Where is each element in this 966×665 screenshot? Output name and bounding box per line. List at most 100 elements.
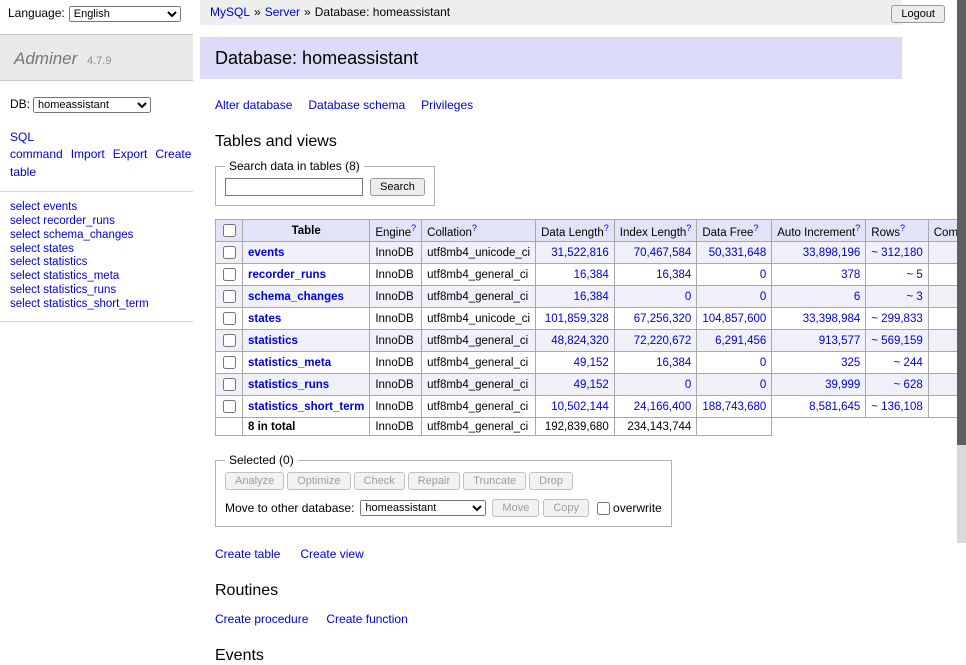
drop-button[interactable]: Drop [529, 472, 573, 490]
index-length-link[interactable]: 24,166,400 [634, 401, 692, 413]
repair-button[interactable]: Repair [408, 472, 460, 490]
column-help-link[interactable]: ? [686, 223, 691, 233]
scrollbar-thumb[interactable] [957, 0, 966, 445]
auto-increment-link[interactable]: 325 [841, 357, 860, 369]
rows-count-link[interactable]: ~ 3 [906, 291, 922, 303]
sidebar-item-statistics-meta[interactable]: select statistics_meta [10, 270, 119, 282]
column-help-link[interactable]: ? [753, 223, 758, 233]
search-button[interactable]: Search [370, 178, 425, 196]
index-length-link[interactable]: 0 [685, 291, 691, 303]
create-procedure-link[interactable]: Create procedure [215, 612, 308, 626]
rows-count-link[interactable]: ~ 136,108 [871, 401, 922, 413]
index-length-link[interactable]: 70,467,584 [634, 247, 692, 259]
data-free-link[interactable]: 188,743,680 [702, 401, 766, 413]
import-link[interactable]: Import [71, 147, 105, 161]
sidebar-item-statistics[interactable]: select statistics [10, 256, 87, 268]
index-length-link[interactable]: 16,384 [656, 357, 691, 369]
sidebar-item-recorder-runs[interactable]: select recorder_runs [10, 215, 115, 227]
row-checkbox[interactable] [223, 356, 236, 369]
database-schema-link[interactable]: Database schema [308, 98, 405, 112]
table-name-link[interactable]: events [248, 247, 284, 259]
language-select[interactable]: English [69, 6, 181, 22]
overwrite-checkbox[interactable] [597, 502, 610, 515]
logout-button[interactable]: Logout [891, 5, 945, 23]
auto-increment-link[interactable]: 33,898,196 [803, 247, 861, 259]
data-free-link[interactable]: 104,857,600 [702, 313, 766, 325]
rows-count-link[interactable]: ~ 5 [906, 269, 922, 281]
table-name-link[interactable]: states [248, 313, 281, 325]
sidebar-item-events[interactable]: select events [10, 201, 77, 213]
column-help-link[interactable]: ? [604, 223, 609, 233]
column-help-link[interactable]: ? [900, 223, 905, 233]
select-all-checkbox[interactable] [223, 224, 236, 237]
privileges-link[interactable]: Privileges [421, 98, 473, 112]
rows-count-link[interactable]: ~ 312,180 [871, 247, 922, 259]
alter-database-link[interactable]: Alter database [215, 98, 292, 112]
table-name-link[interactable]: statistics_runs [248, 379, 329, 391]
data-length-link[interactable]: 31,522,816 [551, 247, 609, 259]
row-checkbox[interactable] [223, 334, 236, 347]
index-length-link[interactable]: 16,384 [656, 269, 691, 281]
sidebar-item-statistics-short-term[interactable]: select statistics_short_term [10, 298, 149, 310]
sidebar-item-states[interactable]: select states [10, 243, 74, 255]
auto-increment-link[interactable]: 913,577 [819, 335, 861, 347]
data-length-link[interactable]: 101,859,328 [545, 313, 609, 325]
db-select[interactable]: homeassistant [33, 97, 151, 113]
auto-increment-link[interactable]: 39,999 [825, 379, 860, 391]
auto-increment-link[interactable]: 33,398,984 [803, 313, 861, 325]
row-checkbox[interactable] [223, 400, 236, 413]
data-length-link[interactable]: 16,384 [574, 291, 609, 303]
data-length-link[interactable]: 49,152 [574, 357, 609, 369]
data-length-link[interactable]: 10,502,144 [551, 401, 609, 413]
overwrite-option[interactable]: overwrite [597, 501, 662, 515]
row-checkbox[interactable] [223, 312, 236, 325]
sidebar-item-statistics-runs[interactable]: select statistics_runs [10, 284, 116, 296]
export-link[interactable]: Export [113, 147, 148, 161]
rows-count-link[interactable]: ~ 244 [894, 357, 923, 369]
table-name-link[interactable]: statistics [248, 335, 298, 347]
breadcrumb-server-link[interactable]: Server [265, 5, 300, 19]
index-length-link[interactable]: 0 [685, 379, 691, 391]
row-checkbox[interactable] [223, 246, 236, 259]
auto-increment-link[interactable]: 6 [854, 291, 860, 303]
data-free-link[interactable]: 0 [760, 357, 766, 369]
column-help-link[interactable]: ? [855, 223, 860, 233]
create-table-link-main[interactable]: Create table [215, 547, 280, 561]
sidebar-item-schema-changes[interactable]: select schema_changes [10, 229, 133, 241]
data-free-link[interactable]: 0 [760, 379, 766, 391]
row-checkbox[interactable] [223, 290, 236, 303]
index-length-link[interactable]: 67,256,320 [634, 313, 692, 325]
table-name-link[interactable]: statistics_meta [248, 357, 331, 369]
page-scrollbar[interactable] [957, 0, 966, 543]
data-free-link[interactable]: 50,331,648 [709, 247, 767, 259]
column-help-link[interactable]: ? [411, 223, 416, 233]
copy-button[interactable]: Copy [543, 499, 589, 517]
data-free-link[interactable]: 0 [760, 269, 766, 281]
sql-command-link[interactable]: SQL command [10, 130, 63, 161]
breadcrumb-mysql-link[interactable]: MySQL [210, 5, 250, 19]
data-length-link[interactable]: 48,824,320 [551, 335, 609, 347]
table-name-link[interactable]: schema_changes [248, 291, 344, 303]
table-name-link[interactable]: statistics_short_term [248, 401, 364, 413]
check-button[interactable]: Check [354, 472, 405, 490]
auto-increment-link[interactable]: 378 [841, 269, 860, 281]
data-length-link[interactable]: 49,152 [574, 379, 609, 391]
row-checkbox[interactable] [223, 378, 236, 391]
move-database-select[interactable]: homeassistant [360, 500, 486, 516]
search-input[interactable] [225, 178, 363, 196]
data-length-link[interactable]: 16,384 [574, 269, 609, 281]
move-button[interactable]: Move [492, 499, 539, 517]
rows-count-link[interactable]: ~ 299,833 [871, 313, 922, 325]
column-help-link[interactable]: ? [472, 223, 477, 233]
rows-count-link[interactable]: ~ 628 [894, 379, 923, 391]
optimize-button[interactable]: Optimize [287, 472, 350, 490]
row-checkbox[interactable] [223, 268, 236, 281]
auto-increment-link[interactable]: 8,581,645 [809, 401, 860, 413]
create-function-link[interactable]: Create function [326, 612, 407, 626]
index-length-link[interactable]: 72,220,672 [634, 335, 692, 347]
data-free-link[interactable]: 6,291,456 [715, 335, 766, 347]
rows-count-link[interactable]: ~ 569,159 [871, 335, 922, 347]
truncate-button[interactable]: Truncate [463, 472, 526, 490]
create-view-link[interactable]: Create view [300, 547, 363, 561]
analyze-button[interactable]: Analyze [225, 472, 284, 490]
